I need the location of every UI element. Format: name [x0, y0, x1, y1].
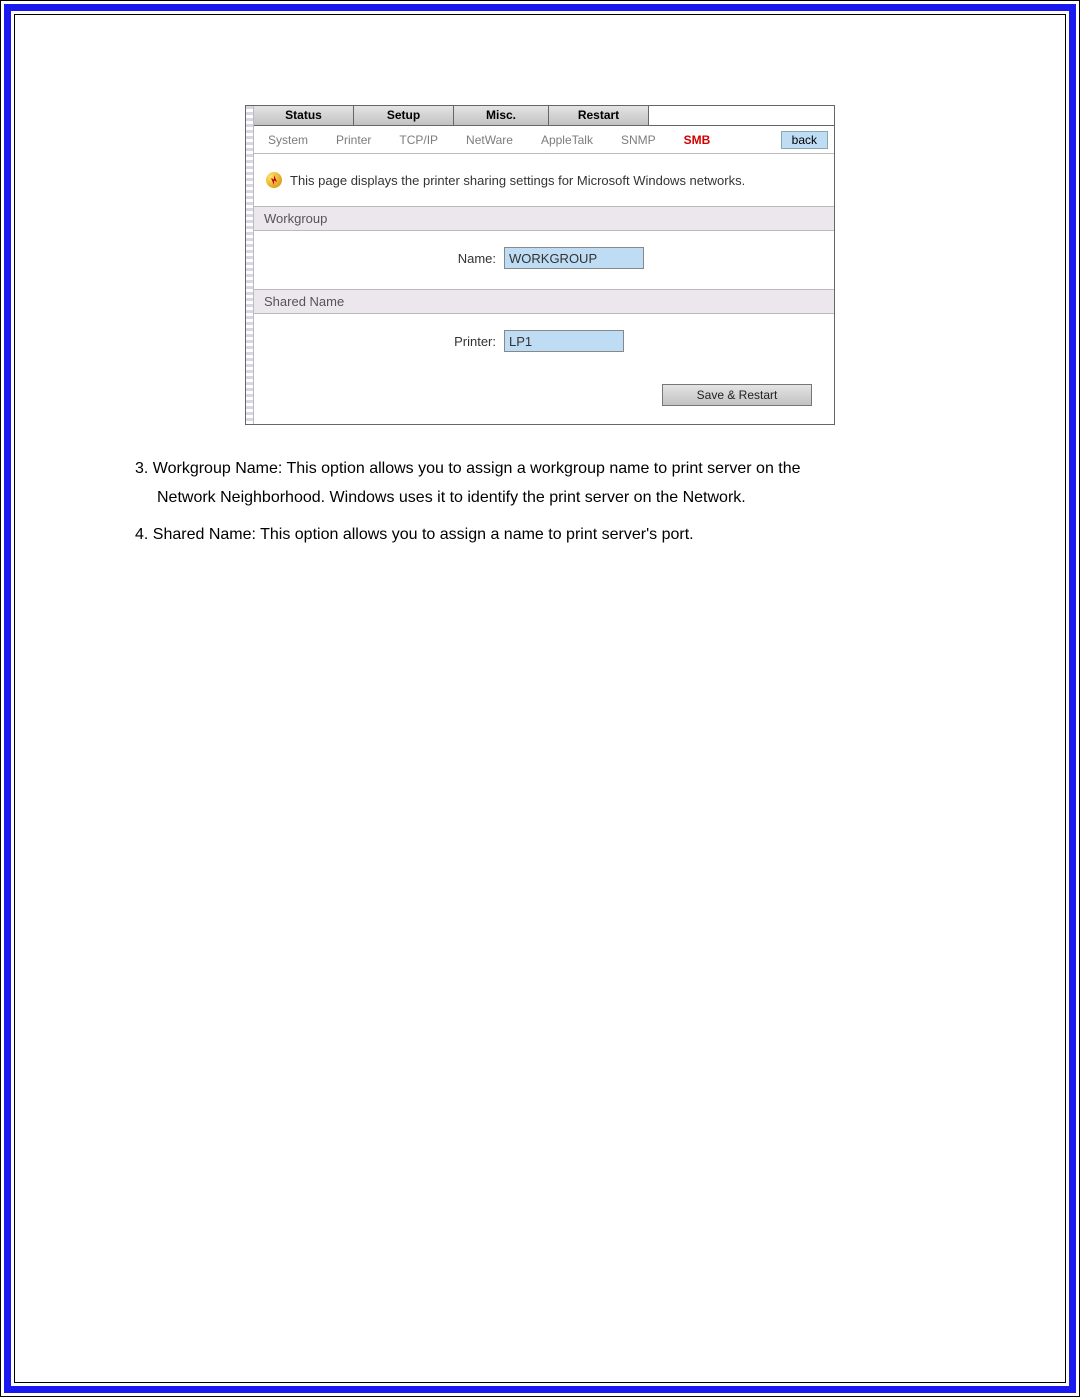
info-text: This page displays the printer sharing s… — [290, 173, 745, 188]
subnav-printer[interactable]: Printer — [322, 133, 385, 147]
tab-setup[interactable]: Setup — [354, 106, 454, 125]
section-workgroup-header: Workgroup — [254, 206, 834, 231]
workgroup-name-input[interactable] — [504, 247, 644, 269]
section-shared-header: Shared Name — [254, 289, 834, 314]
save-restart-button[interactable]: Save & Restart — [662, 384, 812, 406]
info-icon — [266, 172, 282, 188]
left-pattern — [246, 106, 254, 424]
shared-printer-input[interactable] — [504, 330, 624, 352]
subnav-system[interactable]: System — [254, 133, 322, 147]
main-tab-bar: Status Setup Misc. Restart — [254, 106, 834, 126]
subnav-appletalk[interactable]: AppleTalk — [527, 133, 607, 147]
info-row: This page displays the printer sharing s… — [254, 154, 834, 206]
tab-misc[interactable]: Misc. — [454, 106, 549, 125]
subnav-tcpip[interactable]: TCP/IP — [385, 133, 452, 147]
back-button[interactable]: back — [781, 131, 828, 149]
section-shared-body: Printer: — [254, 314, 834, 372]
section-workgroup-body: Name: — [254, 231, 834, 289]
shared-printer-label: Printer: — [264, 334, 504, 349]
tab-restart[interactable]: Restart — [549, 106, 649, 125]
doc-item-4: 4. Shared Name: This option allows you t… — [135, 521, 945, 550]
subnav-snmp[interactable]: SNMP — [607, 133, 670, 147]
tab-status[interactable]: Status — [254, 106, 354, 125]
subnav-smb[interactable]: SMB — [670, 133, 725, 147]
doc-item-3-line2: Network Neighborhood. Windows uses it to… — [135, 484, 945, 513]
subnav-netware[interactable]: NetWare — [452, 133, 527, 147]
workgroup-name-label: Name: — [264, 251, 504, 266]
doc-item-3-line1: 3. Workgroup Name: This option allows yo… — [135, 460, 801, 477]
config-screenshot: Status Setup Misc. Restart System Printe… — [245, 105, 835, 425]
document-body: 3. Workgroup Name: This option allows yo… — [35, 455, 1045, 549]
sub-nav-bar: System Printer TCP/IP NetWare AppleTalk … — [254, 126, 834, 154]
button-row: Save & Restart — [254, 372, 834, 424]
